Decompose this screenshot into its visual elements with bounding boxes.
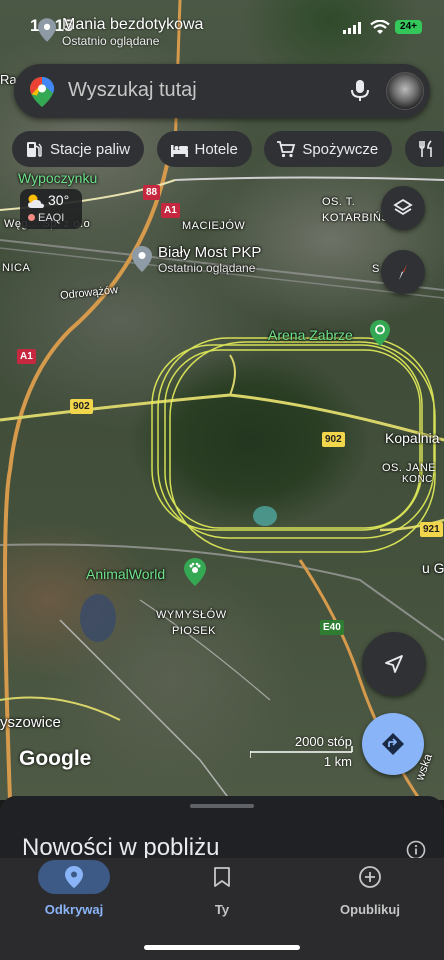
recent-place-name: Mania bezdotykowa: [62, 16, 204, 33]
chip-groceries[interactable]: Spożywcze: [264, 131, 393, 167]
poi-subtitle: Ostatnio oglądane: [158, 261, 256, 275]
label-piosek: PIOSEK: [172, 625, 216, 637]
label-wymyslow: WYMYSŁÓW: [156, 609, 227, 621]
navigation-arrow-icon: [385, 655, 403, 673]
drag-handle[interactable]: [190, 804, 254, 808]
avatar[interactable]: [386, 72, 424, 110]
battery-indicator: 24+: [395, 20, 422, 34]
search-bar[interactable]: Wyszukaj tutaj: [14, 64, 430, 118]
weather-temperature: 30°: [48, 192, 70, 208]
road-shield-921: 921: [420, 522, 443, 537]
road-shield-902: 902: [70, 399, 93, 414]
info-icon[interactable]: [406, 840, 426, 860]
tab-label: Odkrywaj: [44, 902, 104, 917]
microphone-icon[interactable]: [350, 79, 370, 103]
recent-place-subtitle: Ostatnio oglądane: [62, 34, 160, 48]
poi-animalworld[interactable]: AnimalWorld: [86, 566, 165, 582]
label-nica: NICA: [2, 262, 31, 274]
road-shield-88: 88: [143, 185, 161, 200]
chip-label: Hotele: [194, 140, 238, 158]
air-quality: EAQI: [28, 212, 64, 224]
aqi-dot-icon: [28, 214, 35, 221]
tab-explore[interactable]: Odkrywaj: [14, 860, 134, 917]
label-u-g: u G: [422, 560, 444, 576]
restaurant-icon: [418, 140, 432, 157]
poi-arena-zabrze[interactable]: Arena Zabrze: [268, 327, 353, 343]
label-wypoczynku: Wypoczynku: [18, 170, 98, 186]
chip-label: Stacje paliw: [50, 140, 131, 158]
tab-label: Ty: [214, 902, 230, 917]
layers-button[interactable]: [381, 186, 425, 230]
weather-widget[interactable]: 30° EAQI: [20, 189, 82, 229]
road-shield-e40: E40: [320, 620, 344, 635]
label-maciejow: MACIEJÓW: [182, 220, 246, 232]
road-shield-902: 902: [322, 432, 345, 447]
directions-button[interactable]: [362, 713, 424, 775]
tab-you[interactable]: Ty: [162, 860, 282, 917]
google-maps-logo-icon: [30, 77, 54, 107]
partly-cloudy-icon: [28, 194, 44, 208]
cellular-signal-icon: [343, 22, 361, 34]
directions-icon: [382, 733, 404, 755]
cart-icon: [277, 141, 296, 158]
road-shield-a1: A1: [17, 349, 36, 364]
compass-button[interactable]: [381, 250, 425, 294]
chip-hotels[interactable]: Hotele: [156, 131, 252, 167]
tab-pill: [186, 860, 258, 894]
poi-name: Biały Most PKP: [158, 244, 262, 261]
add-circle-icon: [359, 866, 381, 888]
label-rzyszowice: yszowice: [0, 714, 61, 731]
tab-pill: [334, 860, 406, 894]
tab-contribute[interactable]: Opublikuj: [310, 860, 430, 917]
tab-label: Opublikuj: [340, 902, 400, 917]
aqi-label: EAQI: [38, 212, 65, 224]
gas-station-icon: [27, 142, 42, 157]
chip-restaurants[interactable]: [404, 131, 444, 167]
layers-icon: [393, 198, 413, 216]
map-scale: 2000 stóp 1 km: [250, 734, 354, 770]
tab-pill: [38, 860, 110, 894]
recent-place-top[interactable]: Mania bezdotykowa Ostatnio oglądane: [62, 16, 203, 48]
google-attribution: Google: [19, 747, 92, 770]
label-konc: KONC: [402, 474, 433, 485]
label-kopalnia: Kopalnia: [385, 430, 440, 446]
road-shield-a1: A1: [161, 203, 180, 218]
home-indicator[interactable]: [144, 945, 300, 950]
bed-icon: [170, 145, 188, 157]
explore-pin-icon: [65, 866, 83, 888]
bookmark-icon: [214, 867, 230, 887]
compass-icon: [399, 264, 407, 280]
recent-pin-icon[interactable]: [38, 18, 56, 47]
category-chips: Stacje paliw Hotele Spożywcze: [12, 131, 444, 167]
my-location-button[interactable]: [362, 632, 426, 696]
search-input[interactable]: Wyszukaj tutaj: [68, 79, 197, 102]
wifi-icon: [370, 20, 390, 34]
chip-gas-stations[interactable]: Stacje paliw: [12, 131, 145, 167]
label-os-jane: OS. JANE: [382, 462, 437, 474]
poi-bialy-most[interactable]: Biały Most PKP Ostatnio oglądane: [158, 244, 261, 275]
chip-label: Spożywcze: [302, 140, 379, 158]
